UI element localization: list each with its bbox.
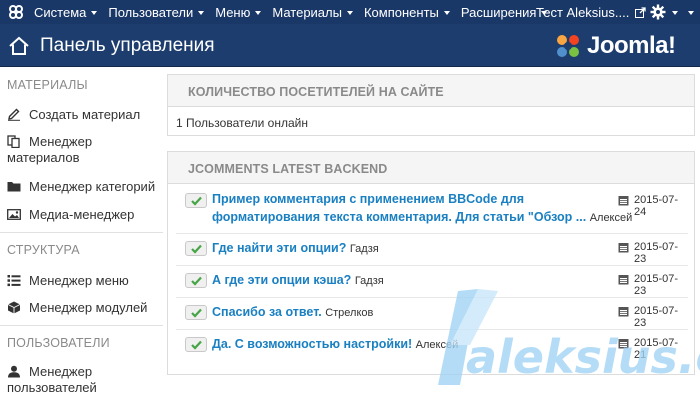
- sidebar-item-category-manager[interactable]: Менеджер категорий: [7, 179, 163, 195]
- comment-author: Гадзя: [349, 243, 379, 255]
- menu-system[interactable]: Система: [34, 5, 98, 20]
- comment-link[interactable]: Спасибо за ответ. Стрелков: [212, 303, 373, 322]
- copy-icon: [7, 135, 20, 148]
- brand-name: Joomla!: [587, 32, 676, 59]
- folder-icon: [7, 182, 21, 192]
- comment-date: 2015-07-24: [634, 194, 679, 218]
- comment-link[interactable]: Пример комментария с применением BBCode …: [212, 190, 632, 227]
- sidebar-item-module-manager[interactable]: Менеджер модулей: [7, 300, 163, 316]
- menu-content[interactable]: Материалы: [272, 5, 353, 20]
- chevron-down-icon: [443, 10, 450, 15]
- check-icon: [191, 308, 202, 318]
- check-icon: [191, 244, 202, 254]
- menu-components[interactable]: Компоненты: [364, 5, 450, 20]
- comment-author: Стрелков: [325, 307, 374, 319]
- sidebar-item-menu-manager[interactable]: Менеджер меню: [7, 273, 163, 289]
- sidebar: МАТЕРИАЛЫ Создать материал Менеджер мате…: [0, 67, 163, 400]
- menu-users[interactable]: Пользователи: [108, 5, 205, 20]
- comment-link[interactable]: Да. С возможностью настройки! Алексей: [212, 335, 458, 354]
- cube-icon: [7, 301, 21, 314]
- visitors-count: 1 Пользователи онлайн: [176, 116, 308, 130]
- menu-extensions[interactable]: Расширения: [461, 5, 548, 20]
- chevron-down-icon: [198, 10, 205, 15]
- joomla-brand: Joomla!: [553, 31, 676, 61]
- list-item: Где найти эти опции? Гадзя 2015-07-23: [176, 233, 688, 265]
- main-content: КОЛИЧЕСТВО ПОСЕТИТЕЛЕЙ НА САЙТЕ 1 Пользо…: [167, 67, 700, 400]
- check-icon: [191, 340, 202, 350]
- comment-date: 2015-07-23: [634, 273, 679, 297]
- site-name: Тест Aleksius....: [536, 4, 630, 20]
- site-link[interactable]: Тест Aleksius....: [536, 0, 647, 24]
- comment-date: 2015-07-23: [634, 241, 679, 265]
- comment-link[interactable]: Где найти эти опции? Гадзя: [212, 239, 379, 258]
- published-toggle[interactable]: [185, 241, 207, 256]
- page-title: Панель управления: [40, 35, 215, 56]
- menu-menus[interactable]: Меню: [215, 5, 262, 20]
- joomla-logo-icon: [557, 35, 579, 57]
- sidebar-item-create-article[interactable]: Создать материал: [7, 107, 163, 123]
- pencil-icon: [8, 108, 20, 121]
- comment-author: Алексей: [415, 339, 459, 351]
- chevron-down-icon: [346, 10, 353, 15]
- chevron-down-icon[interactable]: [672, 11, 678, 15]
- divider: [0, 232, 163, 233]
- list-item: А где эти опции кэша? Гадзя 2015-07-23: [176, 265, 688, 297]
- calendar-icon: [618, 339, 629, 349]
- comment-date: 2015-07-21: [634, 337, 679, 361]
- divider: [0, 325, 163, 326]
- page-header: Панель управления Joomla!: [0, 24, 700, 67]
- published-toggle[interactable]: [185, 273, 207, 288]
- list-icon: [7, 275, 21, 287]
- calendar-icon: [618, 307, 629, 317]
- published-toggle[interactable]: [185, 337, 207, 352]
- comment-author: Гадзя: [354, 275, 384, 287]
- joomla-logo-icon[interactable]: [8, 4, 24, 20]
- comment-link[interactable]: А где эти опции кэша? Гадзя: [212, 271, 384, 290]
- published-toggle[interactable]: [185, 305, 207, 320]
- gear-icon[interactable]: [650, 4, 666, 20]
- sidebar-item-user-manager[interactable]: Менеджер пользователей: [7, 364, 147, 396]
- list-item: Пример комментария с применением BBCode …: [176, 184, 688, 230]
- comment-author: Алексей: [589, 212, 633, 224]
- list-item: Спасибо за ответ. Стрелков 2015-07-23: [176, 297, 688, 329]
- calendar-icon: [618, 275, 629, 285]
- panel-title: JCOMMENTS LATEST BACKEND: [168, 152, 694, 184]
- sidebar-item-media-manager[interactable]: Медиа-менеджер: [7, 207, 163, 223]
- list-item: Да. С возможностью настройки! Алексей 20…: [176, 329, 688, 361]
- sidebar-item-article-manager[interactable]: Менеджер материалов: [7, 134, 157, 166]
- check-icon: [191, 196, 202, 206]
- sidebar-section-title: СТРУКТУРА: [7, 243, 80, 257]
- calendar-icon: [618, 243, 629, 253]
- home-icon[interactable]: [8, 36, 30, 56]
- main-menu: Система Пользователи Меню Материалы Комп…: [34, 0, 558, 24]
- external-link-icon: [635, 6, 647, 18]
- chevron-down-icon: [91, 10, 98, 15]
- chevron-down-icon: [255, 10, 262, 15]
- comment-date: 2015-07-23: [634, 305, 679, 329]
- comments-panel: JCOMMENTS LATEST BACKEND Пример коммента…: [167, 151, 695, 375]
- sidebar-section-title: ПОЛЬЗОВАТЕЛИ: [7, 336, 110, 350]
- sidebar-section-title: МАТЕРИАЛЫ: [7, 78, 88, 92]
- top-menu-bar: Система Пользователи Меню Материалы Комп…: [0, 0, 700, 24]
- user-icon: [8, 365, 20, 378]
- calendar-icon: [618, 196, 629, 206]
- visitors-panel: КОЛИЧЕСТВО ПОСЕТИТЕЛЕЙ НА САЙТЕ 1 Пользо…: [167, 74, 695, 136]
- published-toggle[interactable]: [185, 193, 207, 208]
- check-icon: [191, 276, 202, 286]
- image-icon: [7, 209, 21, 220]
- chevron-down-icon[interactable]: [688, 11, 694, 15]
- panel-title: КОЛИЧЕСТВО ПОСЕТИТЕЛЕЙ НА САЙТЕ: [168, 75, 694, 107]
